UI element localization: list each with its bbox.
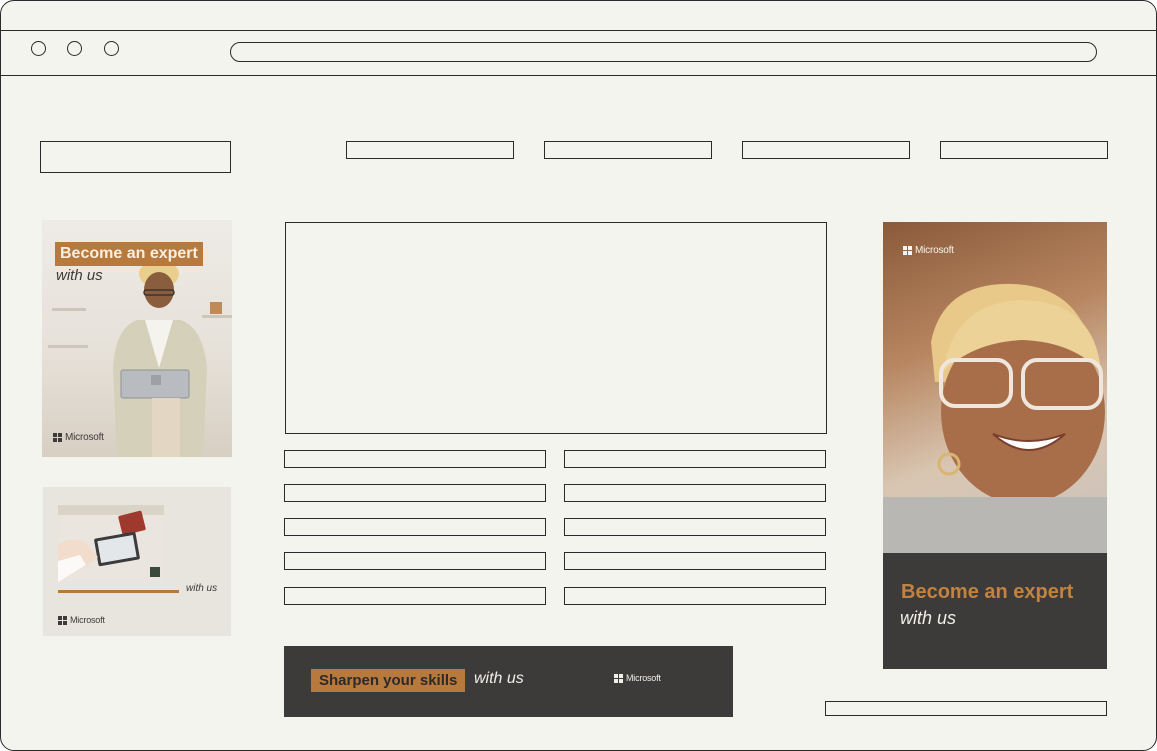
microsoft-grid-icon xyxy=(58,615,67,625)
microsoft-brand-label: Microsoft xyxy=(70,615,105,625)
address-bar[interactable] xyxy=(230,42,1097,62)
ad-subline: with us xyxy=(56,267,103,284)
microsoft-grid-icon xyxy=(53,433,62,442)
microsoft-grid-icon xyxy=(614,673,623,683)
text-line-placeholder xyxy=(564,450,826,468)
ad-left-tall[interactable]: Become an expert with us Microsoft xyxy=(42,220,232,457)
microsoft-brand-label: Microsoft xyxy=(626,673,661,683)
microsoft-logo: Microsoft xyxy=(614,673,661,683)
accent-rule xyxy=(58,590,179,593)
nav-item-2[interactable] xyxy=(544,141,712,159)
banner-headline-box: Sharpen your skills xyxy=(311,669,466,692)
window-maximize-button[interactable] xyxy=(104,41,119,56)
hero-placeholder xyxy=(285,222,827,434)
window-minimize-button[interactable] xyxy=(67,41,82,56)
ad-subline: with us xyxy=(474,670,524,687)
ad-headline: Become an expert xyxy=(55,242,203,266)
nav-item-1[interactable] xyxy=(346,141,514,159)
text-line-placeholder xyxy=(284,552,546,570)
window-close-button[interactable] xyxy=(31,41,46,56)
text-line-placeholder xyxy=(564,484,826,502)
ad-headline: Become an expert xyxy=(901,581,1074,603)
nav-item-3[interactable] xyxy=(742,141,910,159)
microsoft-brand-label: Microsoft xyxy=(915,245,954,256)
text-line-placeholder xyxy=(564,552,826,570)
ad-left-square[interactable]: with us Microsoft xyxy=(43,487,231,636)
text-line-placeholder xyxy=(564,518,826,536)
ad-subline: with us xyxy=(186,583,218,594)
woman-with-tablet-photo xyxy=(113,260,207,457)
logo-placeholder[interactable] xyxy=(40,141,231,173)
microsoft-brand-label: Microsoft xyxy=(65,432,104,443)
ad-subline: with us xyxy=(900,608,957,628)
ad-left-tall-headline-box: Become an expert xyxy=(55,242,203,266)
text-line-placeholder xyxy=(284,450,546,468)
ad-headline: Sharpen your skills xyxy=(311,669,466,692)
browser-toolbar xyxy=(1,30,1156,76)
desk-tablet-photo xyxy=(58,505,164,582)
text-line-placeholder xyxy=(564,587,826,605)
microsoft-logo: Microsoft xyxy=(58,615,105,625)
text-line-placeholder xyxy=(284,518,546,536)
microsoft-grid-icon xyxy=(903,246,912,255)
nav-item-4[interactable] xyxy=(940,141,1108,159)
browser-window: Become an expert with us Microsoft with … xyxy=(0,0,1157,751)
microsoft-logo: Microsoft xyxy=(53,432,104,443)
ad-dark-panel: Become an expert with us xyxy=(883,553,1107,669)
text-line-placeholder xyxy=(284,484,546,502)
microsoft-logo: Microsoft xyxy=(903,245,954,256)
ad-right-tall[interactable]: Microsoft Become an expert with us xyxy=(883,222,1107,669)
text-line-placeholder xyxy=(284,587,546,605)
shelf xyxy=(48,345,88,348)
smiling-woman-photo xyxy=(883,283,1107,553)
ad-bottom-banner[interactable]: Sharpen your skills with us Microsoft xyxy=(284,646,733,717)
shelf xyxy=(52,308,86,311)
footer-placeholder[interactable] xyxy=(825,701,1107,716)
